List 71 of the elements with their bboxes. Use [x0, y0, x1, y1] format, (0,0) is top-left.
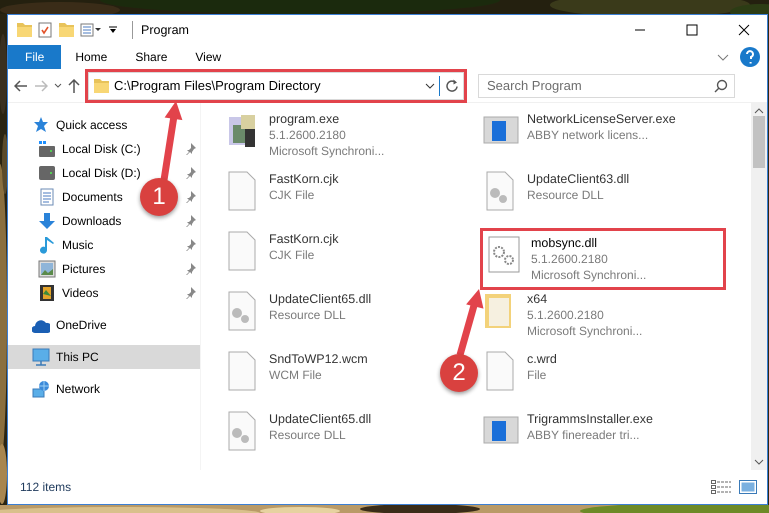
network-icon — [32, 380, 50, 398]
maximize-icon — [686, 24, 698, 36]
close-icon — [738, 24, 750, 36]
pin-icon[interactable] — [184, 263, 196, 275]
sidebar-item[interactable]: OneDrive — [32, 316, 107, 334]
file-item[interactable]: UpdateClient65.dll Resource DLL — [221, 407, 376, 455]
sidebar-item[interactable]: Network — [32, 380, 100, 398]
search-icon — [714, 78, 728, 92]
sidebar-item[interactable]: Quick access — [32, 116, 128, 134]
back-button[interactable] — [14, 80, 28, 92]
scroll-up-icon[interactable] — [754, 108, 764, 114]
document-icon — [38, 188, 56, 206]
download-icon — [38, 212, 56, 230]
sidebar-item[interactable]: Videos — [38, 284, 98, 302]
back-icon — [14, 80, 28, 92]
file-item[interactable]: FastKorn.cjk CJK File — [221, 227, 342, 275]
sidebar-item[interactable]: Local Disk (D:) — [38, 164, 141, 182]
ribbon-tab[interactable]: Share — [121, 45, 182, 69]
search-field[interactable]: Search Program — [478, 74, 735, 98]
picture-icon — [38, 260, 56, 278]
forward-icon — [34, 80, 48, 92]
recent-icon — [54, 83, 62, 88]
file-item[interactable]: c.wrd File — [479, 347, 561, 395]
file-item[interactable]: SndToWP12.wcm WCM File — [221, 347, 372, 395]
scrollbar-thumb[interactable] — [753, 116, 765, 168]
file-item[interactable]: FastKorn.cjk CJK File — [221, 167, 342, 215]
sidebar-item[interactable]: Music — [38, 236, 94, 254]
scroll-down-icon[interactable] — [754, 459, 764, 465]
folder-icon — [93, 78, 110, 94]
star-icon — [32, 116, 50, 134]
refresh-icon — [445, 79, 458, 92]
minimize-icon — [634, 29, 646, 31]
pin-icon[interactable] — [184, 191, 196, 203]
ribbon-tab[interactable]: Home — [61, 45, 122, 69]
pin-icon[interactable] — [184, 143, 196, 155]
recent-button[interactable] — [54, 83, 62, 88]
sidebar-item[interactable]: This PC — [32, 348, 99, 366]
properties-icon[interactable] — [38, 22, 52, 38]
window-title: Program — [132, 20, 611, 40]
file-item[interactable]: UpdateClient63.dll Resource DLL — [479, 167, 634, 215]
sidebar-item[interactable]: Pictures — [38, 260, 106, 278]
ribbon-tab[interactable]: View — [181, 45, 236, 69]
large-icons-view-icon[interactable] — [739, 480, 757, 494]
file-item[interactable]: UpdateClient65.dll Resource DLL — [221, 287, 376, 335]
sidebar-item[interactable]: Local Disk (C:) — [38, 140, 141, 158]
pin-icon[interactable] — [184, 215, 196, 227]
caret-icon — [425, 82, 435, 88]
item-count: 112 items — [20, 479, 72, 496]
music-note-icon — [38, 236, 56, 254]
view-icon[interactable] — [80, 23, 102, 37]
expand-ribbon-icon[interactable] — [717, 54, 729, 61]
help-icon[interactable] — [739, 46, 761, 68]
pin-icon[interactable] — [184, 239, 196, 251]
monitor-icon — [32, 348, 50, 366]
sidebar-item[interactable]: Documents — [38, 188, 123, 206]
sidebar-item[interactable]: Downloads — [38, 212, 122, 230]
file-item[interactable]: TrigrammsInstaller.exe ABBY finereader tri... — [479, 407, 657, 455]
drive-icon — [38, 140, 56, 158]
address-path: C:\Program Files\Program Directory — [113, 76, 322, 95]
file-tab[interactable]: File — [8, 45, 62, 69]
scrollbar[interactable] — [751, 103, 767, 470]
pin-icon[interactable] — [184, 167, 196, 179]
details-view-icon[interactable] — [711, 480, 731, 494]
customize-caret-icon[interactable] — [108, 26, 118, 34]
up-icon — [68, 78, 80, 92]
pin-icon[interactable] — [184, 287, 196, 299]
film-icon — [38, 284, 56, 302]
file-item[interactable]: NetworkLicenseServer.exe ABBY network licens... — [479, 107, 680, 155]
file-item[interactable]: program.exe 5.1.2600.2180 Microsoft Synchroni... — [221, 107, 388, 163]
up-button[interactable] — [68, 78, 80, 92]
drive-icon — [38, 164, 56, 182]
